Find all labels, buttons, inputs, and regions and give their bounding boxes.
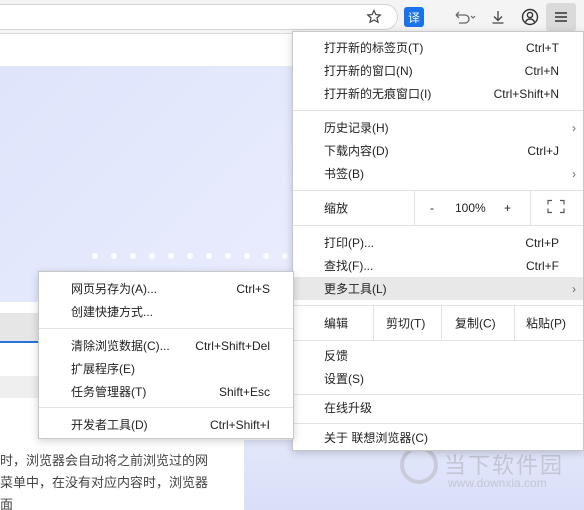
- translate-label: 译: [407, 10, 420, 25]
- menu-divider: [293, 225, 583, 226]
- menu-item-clear-data[interactable]: 清除浏览数据(C)... Ctrl+Shift+Del: [39, 334, 293, 357]
- edit-row: 编辑 剪切(T) 复制(C) 粘贴(P): [293, 306, 583, 340]
- zoom-out-button[interactable]: -: [430, 201, 434, 215]
- menu-item-find[interactable]: 查找(F)... Ctrl+F: [293, 254, 583, 277]
- edit-label: 编辑: [324, 316, 349, 331]
- menu-label: 打开新的标签页(T): [324, 41, 424, 55]
- account-icon[interactable]: [518, 5, 542, 29]
- menu-label: 设置(S): [324, 372, 364, 386]
- chevron-right-icon: ›: [572, 281, 576, 296]
- menu-label: 打开新的窗口(N): [324, 64, 413, 78]
- menu-label: 下载内容(D): [324, 144, 389, 158]
- zoom-row: 缩放 - 100% +: [293, 191, 583, 225]
- menu-shortcut: Ctrl+F: [526, 258, 559, 273]
- menu-shortcut: Ctrl+N: [524, 63, 559, 78]
- download-icon[interactable]: [486, 5, 510, 29]
- paste-button[interactable]: 粘贴(P): [526, 315, 566, 332]
- address-bar[interactable]: [0, 4, 398, 30]
- more-tools-submenu: 网页另存为(A)... Ctrl+S 创建快捷方式... 清除浏览数据(C)..…: [38, 271, 294, 439]
- menu-item-about[interactable]: 关于 联想浏览器(C): [293, 426, 583, 449]
- menu-label: 网页另存为(A)...: [71, 282, 157, 296]
- menu-item-settings[interactable]: 设置(S): [293, 367, 583, 390]
- zoom-divider: [414, 191, 415, 225]
- menu-item-task-manager[interactable]: 任务管理器(T) Shift+Esc: [39, 380, 293, 403]
- chevron-right-icon: ›: [572, 166, 576, 181]
- menu-label: 开发者工具(D): [71, 418, 148, 432]
- menu-label: 历史记录(H): [324, 121, 389, 135]
- zoom-divider: [530, 191, 531, 225]
- edit-divider: [373, 306, 374, 340]
- translate-icon[interactable]: 译: [404, 7, 424, 27]
- menu-divider: [293, 423, 583, 424]
- fullscreen-icon[interactable]: [547, 199, 565, 217]
- menu-item-feedback[interactable]: 反馈: [293, 344, 583, 367]
- watermark-url: www.downxia.com: [448, 476, 547, 490]
- menu-label: 在线升级: [324, 401, 373, 415]
- menu-label: 更多工具(L): [324, 282, 387, 296]
- menu-item-print[interactable]: 打印(P)... Ctrl+P: [293, 231, 583, 254]
- menu-shortcut: Ctrl+J: [527, 143, 559, 158]
- menu-item-new-window[interactable]: 打开新的窗口(N) Ctrl+N: [293, 59, 583, 82]
- menu-shortcut: Ctrl+Shift+Del: [195, 338, 270, 353]
- page-paragraph: 时，浏览器会自动将之前浏览过的网 菜单中，在没有对应内容时，浏览器 面: [0, 450, 240, 510]
- menu-divider: [39, 328, 293, 329]
- edit-divider: [514, 306, 515, 340]
- menu-item-incognito[interactable]: 打开新的无痕窗口(I) Ctrl+Shift+N: [293, 82, 583, 105]
- menu-shortcut: Ctrl+T: [526, 40, 559, 55]
- menu-item-save-as[interactable]: 网页另存为(A)... Ctrl+S: [39, 277, 293, 300]
- menu-shortcut: Ctrl+Shift+N: [493, 86, 559, 101]
- menu-divider: [293, 340, 583, 341]
- chevron-right-icon: ›: [572, 120, 576, 135]
- menu-icon[interactable]: [546, 3, 576, 31]
- menu-label: 反馈: [324, 349, 349, 363]
- paragraph-line: 菜单中，在没有对应内容时，浏览器: [0, 475, 209, 490]
- copy-button[interactable]: 复制(C): [455, 315, 496, 332]
- menu-item-history[interactable]: 历史记录(H) ›: [293, 116, 583, 139]
- menu-shortcut: Shift+Esc: [218, 384, 270, 399]
- watermark-logo: [400, 446, 438, 484]
- browser-main-menu: 打开新的标签页(T) Ctrl+T 打开新的窗口(N) Ctrl+N 打开新的无…: [292, 31, 584, 451]
- paragraph-line: 时，浏览器会自动将之前浏览过的网: [0, 453, 209, 468]
- menu-divider: [293, 110, 583, 111]
- menu-label: 清除浏览数据(C)...: [71, 339, 170, 353]
- zoom-level: 100%: [455, 201, 486, 215]
- paragraph-line: 面: [0, 497, 14, 510]
- page-tab-bar: [0, 313, 40, 343]
- menu-label: 关于 联想浏览器(C): [324, 431, 428, 445]
- menu-item-extensions[interactable]: 扩展程序(E): [39, 357, 293, 380]
- menu-label: 查找(F)...: [324, 259, 374, 273]
- menu-item-bookmarks[interactable]: 书签(B) ›: [293, 162, 583, 185]
- menu-label: 创建快捷方式...: [71, 305, 154, 319]
- menu-label: 打印(P)...: [324, 236, 374, 250]
- menu-item-downloads[interactable]: 下载内容(D) Ctrl+J: [293, 139, 583, 162]
- menu-divider: [39, 407, 293, 408]
- page-row: [0, 376, 40, 398]
- browser-toolbar: 译: [0, 0, 584, 34]
- menu-label: 扩展程序(E): [71, 362, 135, 376]
- menu-item-upgrade[interactable]: 在线升级: [293, 396, 583, 419]
- menu-item-more-tools[interactable]: 更多工具(L) ›: [293, 277, 583, 300]
- menu-item-create-shortcut[interactable]: 创建快捷方式...: [39, 300, 293, 323]
- zoom-in-button[interactable]: +: [504, 201, 511, 215]
- menu-shortcut: Ctrl+Shift+I: [209, 417, 270, 432]
- cut-button[interactable]: 剪切(T): [386, 315, 425, 332]
- menu-shortcut: Ctrl+S: [236, 281, 270, 296]
- star-icon[interactable]: [362, 5, 386, 29]
- menu-divider: [293, 394, 583, 395]
- edit-divider: [441, 306, 442, 340]
- menu-item-devtools[interactable]: 开发者工具(D) Ctrl+Shift+I: [39, 413, 293, 436]
- undo-icon[interactable]: [450, 5, 480, 29]
- menu-shortcut: Ctrl+P: [525, 235, 559, 250]
- menu-label: 打开新的无痕窗口(I): [324, 87, 432, 101]
- menu-item-new-tab[interactable]: 打开新的标签页(T) Ctrl+T: [293, 36, 583, 59]
- menu-label: 书签(B): [324, 167, 364, 181]
- menu-label: 任务管理器(T): [71, 385, 147, 399]
- zoom-label: 缩放: [324, 201, 349, 216]
